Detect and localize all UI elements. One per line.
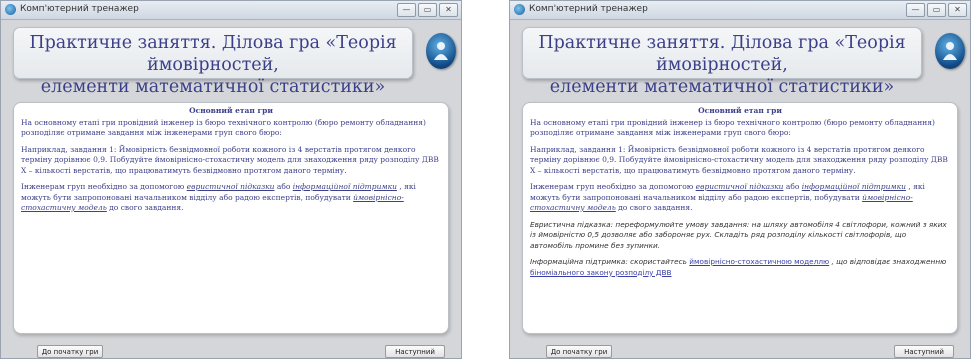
content-panel: Основний етап гри На основному етапі гри… xyxy=(13,102,449,334)
binomial-law-link[interactable]: біноміального закону розподілу ДВВ xyxy=(530,268,672,277)
app-icon xyxy=(5,4,16,15)
close-button[interactable]: ✕ xyxy=(439,3,458,17)
intro-paragraph: На основному етапі гри провідний інженер… xyxy=(21,117,426,138)
section-title: Основний етап гри xyxy=(698,106,782,115)
page-title-line2: елементи математичної статистики» xyxy=(549,77,895,97)
app-icon xyxy=(514,4,525,15)
window-title: Комп'ютерний тренажер xyxy=(20,4,139,14)
task-paragraph: Наприклад, завдання 1: Ймовірність безві… xyxy=(530,144,948,175)
page-title: Практичне заняття. Ділова гра «Теорія йм… xyxy=(522,27,922,97)
window-title: Комп'ютерний тренажер xyxy=(529,4,648,14)
page-title-line1: Практичне заняття. Ділова гра «Теорія йм… xyxy=(538,33,906,75)
maximize-button[interactable]: ▭ xyxy=(418,3,437,17)
next-stage-button[interactable]: Наступний етап xyxy=(894,345,954,358)
minimize-button[interactable]: — xyxy=(906,3,925,17)
logo-icon xyxy=(935,33,965,69)
title-bar: Комп'ютерний тренажер — ▭ ✕ xyxy=(510,1,970,20)
heuristic-hint-link[interactable]: евристичної підказки xyxy=(187,182,275,191)
page-title: Практичне заняття. Ділова гра «Теорія йм… xyxy=(13,27,413,97)
intro-paragraph: На основному етапі гри провідний інженер… xyxy=(530,117,935,138)
page-title-line2: елементи математичної статистики» xyxy=(40,77,386,97)
title-bar: Комп'ютерний тренажер — ▭ ✕ xyxy=(1,1,461,20)
start-game-button[interactable]: До початку гри xyxy=(37,345,103,358)
close-button[interactable]: ✕ xyxy=(948,3,967,17)
page-title-line1: Практичне заняття. Ділова гра «Теорія йм… xyxy=(29,33,397,75)
instructions-paragraph: Інженерам груп необхідно за допомогою ев… xyxy=(530,182,925,212)
minimize-button[interactable]: — xyxy=(397,3,416,17)
info-support-text: Інформаційна підтримка: скористайтесь йм… xyxy=(530,257,947,277)
right-window: Комп'ютерний тренажер — ▭ ✕ Практичне за… xyxy=(509,0,971,359)
left-window: Комп'ютерний тренажер — ▭ ✕ Практичне за… xyxy=(0,0,462,359)
heuristic-hint-link[interactable]: евристичної підказки xyxy=(696,182,784,191)
window-controls: — ▭ ✕ xyxy=(906,3,967,17)
section-title: Основний етап гри xyxy=(189,106,273,115)
content-panel: Основний етап гри На основному етапі гри… xyxy=(522,102,958,334)
instructions-paragraph: Інженерам груп необхідно за допомогою ев… xyxy=(21,182,416,212)
info-support-link[interactable]: інформаційної підтримки xyxy=(802,182,906,191)
heuristic-hint-text: Евристична підказка: переформулюйте умов… xyxy=(530,219,947,250)
info-support-link[interactable]: інформаційної підтримки xyxy=(293,182,397,191)
start-game-button[interactable]: До початку гри xyxy=(546,345,612,358)
stochastic-model-link[interactable]: ймовірнісно-стохастичною моделлю xyxy=(689,257,829,266)
maximize-button[interactable]: ▭ xyxy=(927,3,946,17)
window-controls: — ▭ ✕ xyxy=(397,3,458,17)
logo-icon xyxy=(426,33,456,69)
task-paragraph: Наприклад, завдання 1: Ймовірність безві… xyxy=(21,144,439,175)
next-stage-button[interactable]: Наступний етап xyxy=(385,345,445,358)
